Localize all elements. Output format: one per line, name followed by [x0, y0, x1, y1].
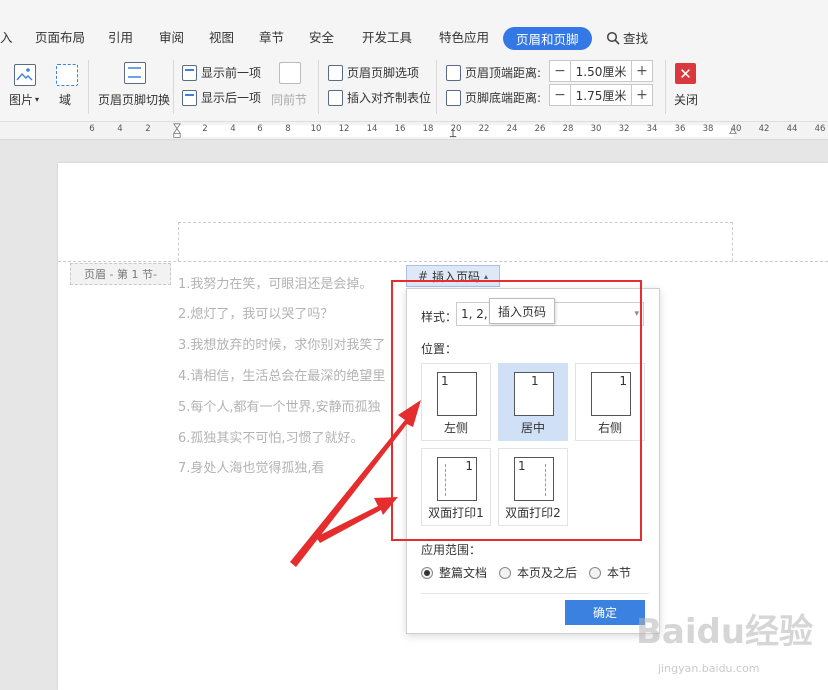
annotation-arrows: [290, 400, 421, 567]
baidu-watermark: Baidu经验: [636, 612, 814, 652]
annotation-arrow: [290, 400, 421, 567]
baidu-watermark-url: jingyan.baidu.com: [658, 662, 760, 675]
